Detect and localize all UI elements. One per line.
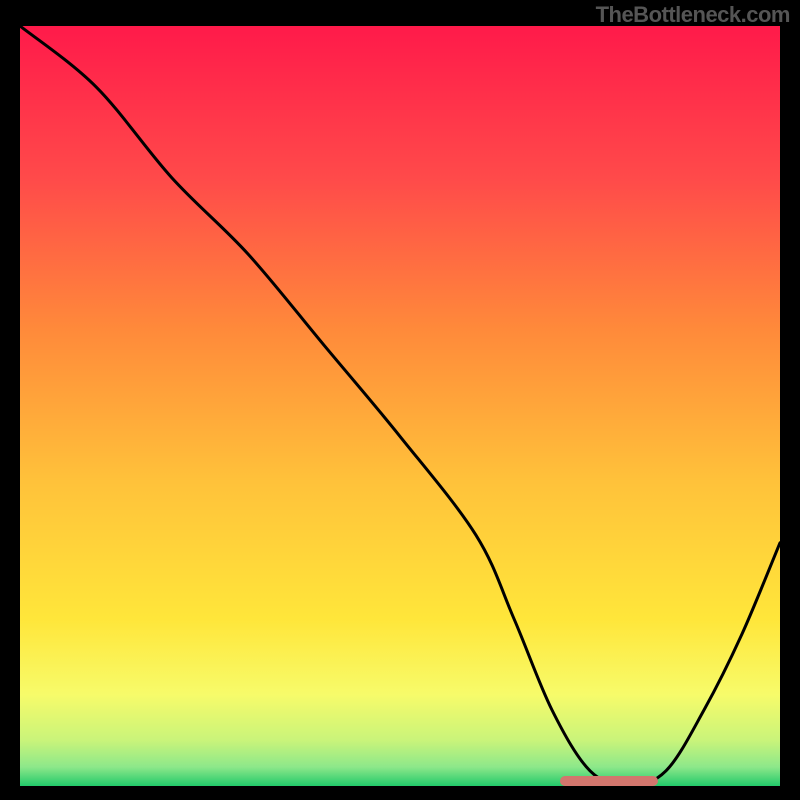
plot-area [20,26,780,786]
optimal-range-marker [560,776,659,786]
watermark-text: TheBottleneck.com [596,2,790,28]
chart-stage: TheBottleneck.com [0,0,800,800]
bottleneck-chart [20,26,780,786]
gradient-background [20,26,780,786]
